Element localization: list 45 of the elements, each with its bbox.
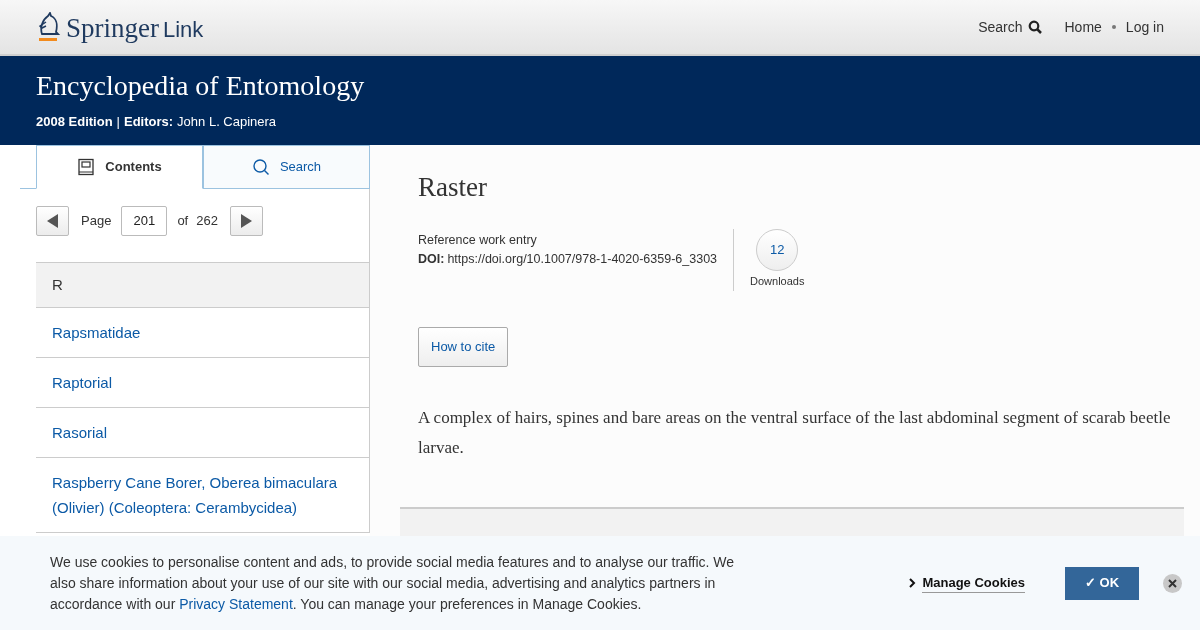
privacy-link[interactable]: Privacy Statement bbox=[179, 595, 293, 612]
logo[interactable]: Springer Link bbox=[36, 12, 204, 42]
entry-definition: A complex of hairs, spines and bare areas on the ventral surface of the last abdominal segment of scarab beetle larvae. bbox=[418, 407, 1172, 459]
doi-label: DOI: bbox=[418, 251, 445, 268]
download-count: 12 bbox=[756, 229, 799, 271]
of-label: of bbox=[177, 211, 189, 230]
close-button[interactable] bbox=[1163, 573, 1182, 593]
nav-link[interactable]: Home bbox=[1064, 16, 1102, 38]
downloads-label: Downloads bbox=[750, 274, 805, 289]
ok-button[interactable]: ✓ OK bbox=[1065, 566, 1139, 600]
book-icon bbox=[77, 158, 96, 176]
book-title: Encyclopedia of Entomology bbox=[36, 70, 366, 102]
page-label: Page bbox=[81, 211, 112, 230]
previous-page-button[interactable] bbox=[36, 205, 69, 236]
separator-text: | bbox=[116, 113, 120, 131]
entry-link[interactable]: Raptorial bbox=[52, 370, 113, 395]
logo-brand-text: Springer bbox=[66, 15, 159, 42]
how-to-cite-button[interactable]: How to cite bbox=[418, 327, 509, 367]
right-triangle-icon bbox=[240, 213, 253, 228]
page-input[interactable]: 201 bbox=[121, 205, 168, 236]
entry-link[interactable]: Raspberry Cane Borer, Oberea bimaculara (Olivier) (Coleoptera: Cerambycidea) bbox=[52, 470, 353, 520]
doi-text: https://doi.org/10.1007/978-1-4020-6359-6_3303 bbox=[447, 251, 718, 268]
cookie-text: We use cookies to personalise content and ads, to provide social media features and to analyse our traffic. We also share information about your use of our site with our social media, advertising and analytics partners in accordance with our Privacy Statement. You can manage your preferences in Manage Cookies. bbox=[50, 552, 736, 614]
search-link[interactable]: Search bbox=[978, 16, 1043, 38]
entry-link[interactable]: Rapsmatidae bbox=[52, 320, 141, 345]
contents-tab[interactable]: Contents bbox=[36, 145, 203, 189]
left-triangle-icon bbox=[46, 213, 59, 228]
total-pages: 262 bbox=[196, 211, 218, 230]
close-icon bbox=[1168, 578, 1177, 588]
search-icon bbox=[251, 158, 270, 176]
edition-text: 2008 Edition bbox=[36, 113, 113, 131]
horse-head-icon bbox=[36, 12, 62, 42]
search-tab[interactable]: Search bbox=[203, 145, 370, 189]
logo-product-text: Link bbox=[163, 19, 204, 41]
nav-link[interactable]: Log in bbox=[1125, 16, 1164, 38]
next-page-button[interactable] bbox=[229, 205, 263, 236]
entry-link[interactable]: Rasorial bbox=[52, 420, 108, 445]
entry-title: Raster bbox=[418, 171, 488, 203]
editors-label: Editors: bbox=[123, 113, 174, 131]
chevron-icon bbox=[909, 578, 917, 588]
search-icon bbox=[1028, 20, 1043, 34]
entry-type: Reference work entry bbox=[418, 232, 538, 249]
manage-cookies-link[interactable]: Manage Cookies bbox=[909, 572, 1025, 594]
letter-heading: R bbox=[36, 263, 369, 308]
editors-text: John L. Capinera bbox=[177, 113, 277, 131]
